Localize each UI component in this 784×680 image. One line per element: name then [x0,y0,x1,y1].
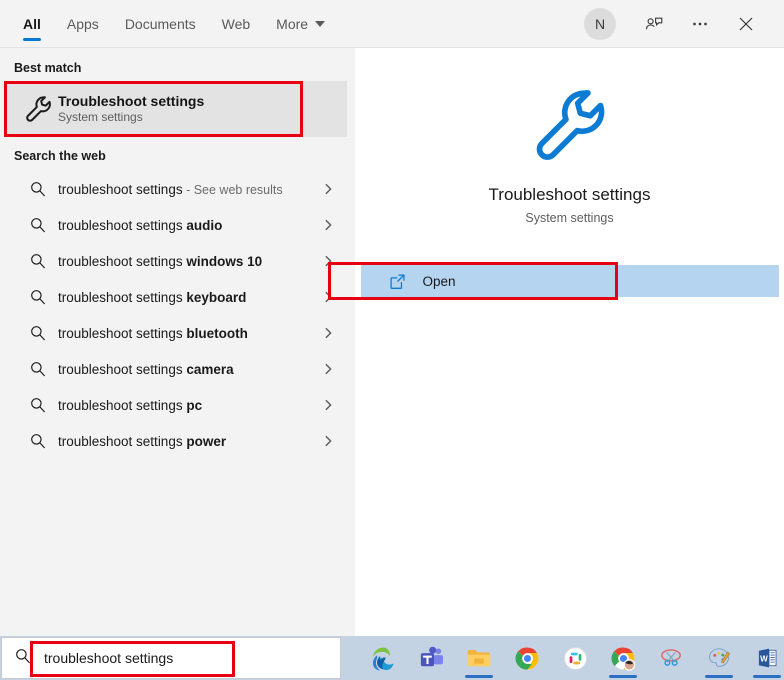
avatar-initial: N [594,15,606,32]
list-item-label: troubleshoot settings windows 10 [58,253,263,269]
chevron-right-icon[interactable] [321,398,347,412]
preview-pane: Troubleshoot settings System settings Op… [327,48,784,636]
tab-all[interactable]: All [10,0,54,47]
header-actions: N [584,0,784,47]
svg-text:W: W [760,655,768,664]
list-item-label: troubleshoot settings - See web results [58,181,283,197]
chevron-right-icon[interactable] [321,218,347,232]
tab-web[interactable]: Web [209,0,264,47]
preview-hero: Troubleshoot settings System settings [488,48,651,225]
tab-documents-label: Documents [124,15,196,32]
close-icon[interactable] [726,7,766,41]
list-item-label: troubleshoot settings pc [58,397,203,413]
chevron-right-icon[interactable] [321,254,347,268]
list-item-label: troubleshoot settings camera [58,361,234,377]
wrench-icon [18,94,58,124]
taskbar: W [0,636,784,680]
tab-more-label: More [276,15,309,32]
web-section-label: Search the web [14,149,106,163]
search-icon [18,216,58,234]
list-item[interactable]: troubleshoot settings bluetooth [4,315,347,351]
web-results-list: troubleshoot settings - See web results … [0,171,355,459]
taskbar-active-indicator [753,675,781,678]
list-item[interactable]: troubleshoot settings camera [4,351,347,387]
taskbar-app-snipping-tool[interactable] [655,637,687,679]
best-match-section-label: Best match [14,61,82,75]
taskbar-active-indicator [465,675,493,678]
search-icon [18,360,58,378]
list-item-label: troubleshoot settings keyboard [58,289,247,305]
list-item[interactable]: troubleshoot settings pc [4,387,347,423]
chevron-down-icon [315,20,326,27]
chevron-right-icon[interactable] [321,290,347,304]
tab-apps-label: Apps [66,15,99,32]
search-flyout: All Apps Documents Web More N Best match… [0,0,784,636]
preview-subtitle: System settings [525,211,614,225]
best-match-container: Troubleshoot settings System settings [0,81,355,137]
search-icon [18,252,58,270]
results-pane: Best match Troubleshoot settings System … [0,48,355,636]
taskbar-app-google-chrome[interactable] [511,637,543,679]
search-icon [18,324,58,342]
open-action[interactable]: Open [360,265,779,297]
list-item-label: troubleshoot settings bluetooth [58,325,248,341]
search-icon [18,180,58,198]
wrench-icon [528,84,610,171]
search-header: All Apps Documents Web More N [0,0,784,48]
tab-apps[interactable]: Apps [54,0,112,47]
chevron-right-icon[interactable] [321,434,347,448]
taskbar-apps: W [367,637,783,679]
search-input[interactable] [44,650,284,666]
chevron-right-icon[interactable] [321,326,347,340]
list-item-label: troubleshoot settings audio [58,217,223,233]
avatar[interactable]: N [584,7,616,40]
taskbar-search-box[interactable] [1,637,341,679]
best-match-subtitle: System settings [58,110,143,125]
search-icon [14,647,32,670]
tab-all-label: All [23,15,41,32]
tab-web-label: Web [221,15,251,32]
search-icon [18,288,58,306]
preview-title: Troubleshoot settings [488,185,651,204]
taskbar-app-microsoft-edge[interactable] [367,637,399,679]
open-action-label: Open [422,273,456,289]
taskbar-app-slack[interactable] [559,637,591,679]
chevron-right-icon[interactable] [321,362,347,376]
person-feedback-icon[interactable] [634,7,674,41]
list-item[interactable]: troubleshoot settings audio [4,207,347,243]
list-item[interactable]: troubleshoot settings power [4,423,347,459]
taskbar-active-indicator [609,675,637,678]
ellipsis-icon[interactable] [680,7,720,41]
taskbar-app-microsoft-word[interactable]: W [751,637,783,679]
taskbar-app-file-explorer[interactable] [463,637,495,679]
list-item[interactable]: troubleshoot settings windows 10 [4,243,347,279]
list-item-label: troubleshoot settings power [58,433,227,449]
taskbar-app-microsoft-teams[interactable] [415,637,447,679]
taskbar-app-google-chrome-profile[interactable] [607,637,639,679]
windows-search-screen: All Apps Documents Web More N Best match… [0,0,784,680]
taskbar-active-indicator [705,675,733,678]
search-tabs: All Apps Documents Web More [0,0,338,47]
tab-documents[interactable]: Documents [112,0,209,47]
best-match-text: Troubleshoot settings System settings [58,93,204,125]
search-icon [18,396,58,414]
open-external-icon [389,273,423,290]
tab-more[interactable]: More [263,0,338,47]
best-match-item[interactable]: Troubleshoot settings System settings [4,81,347,137]
taskbar-app-paint[interactable] [703,637,735,679]
search-icon [18,432,58,450]
chevron-right-icon[interactable] [321,182,347,196]
list-item[interactable]: troubleshoot settings - See web results [4,171,347,207]
best-match-title: Troubleshoot settings [58,93,205,110]
list-item[interactable]: troubleshoot settings keyboard [4,279,347,315]
search-body: Best match Troubleshoot settings System … [0,48,784,636]
preview-actions: Open [327,262,779,300]
